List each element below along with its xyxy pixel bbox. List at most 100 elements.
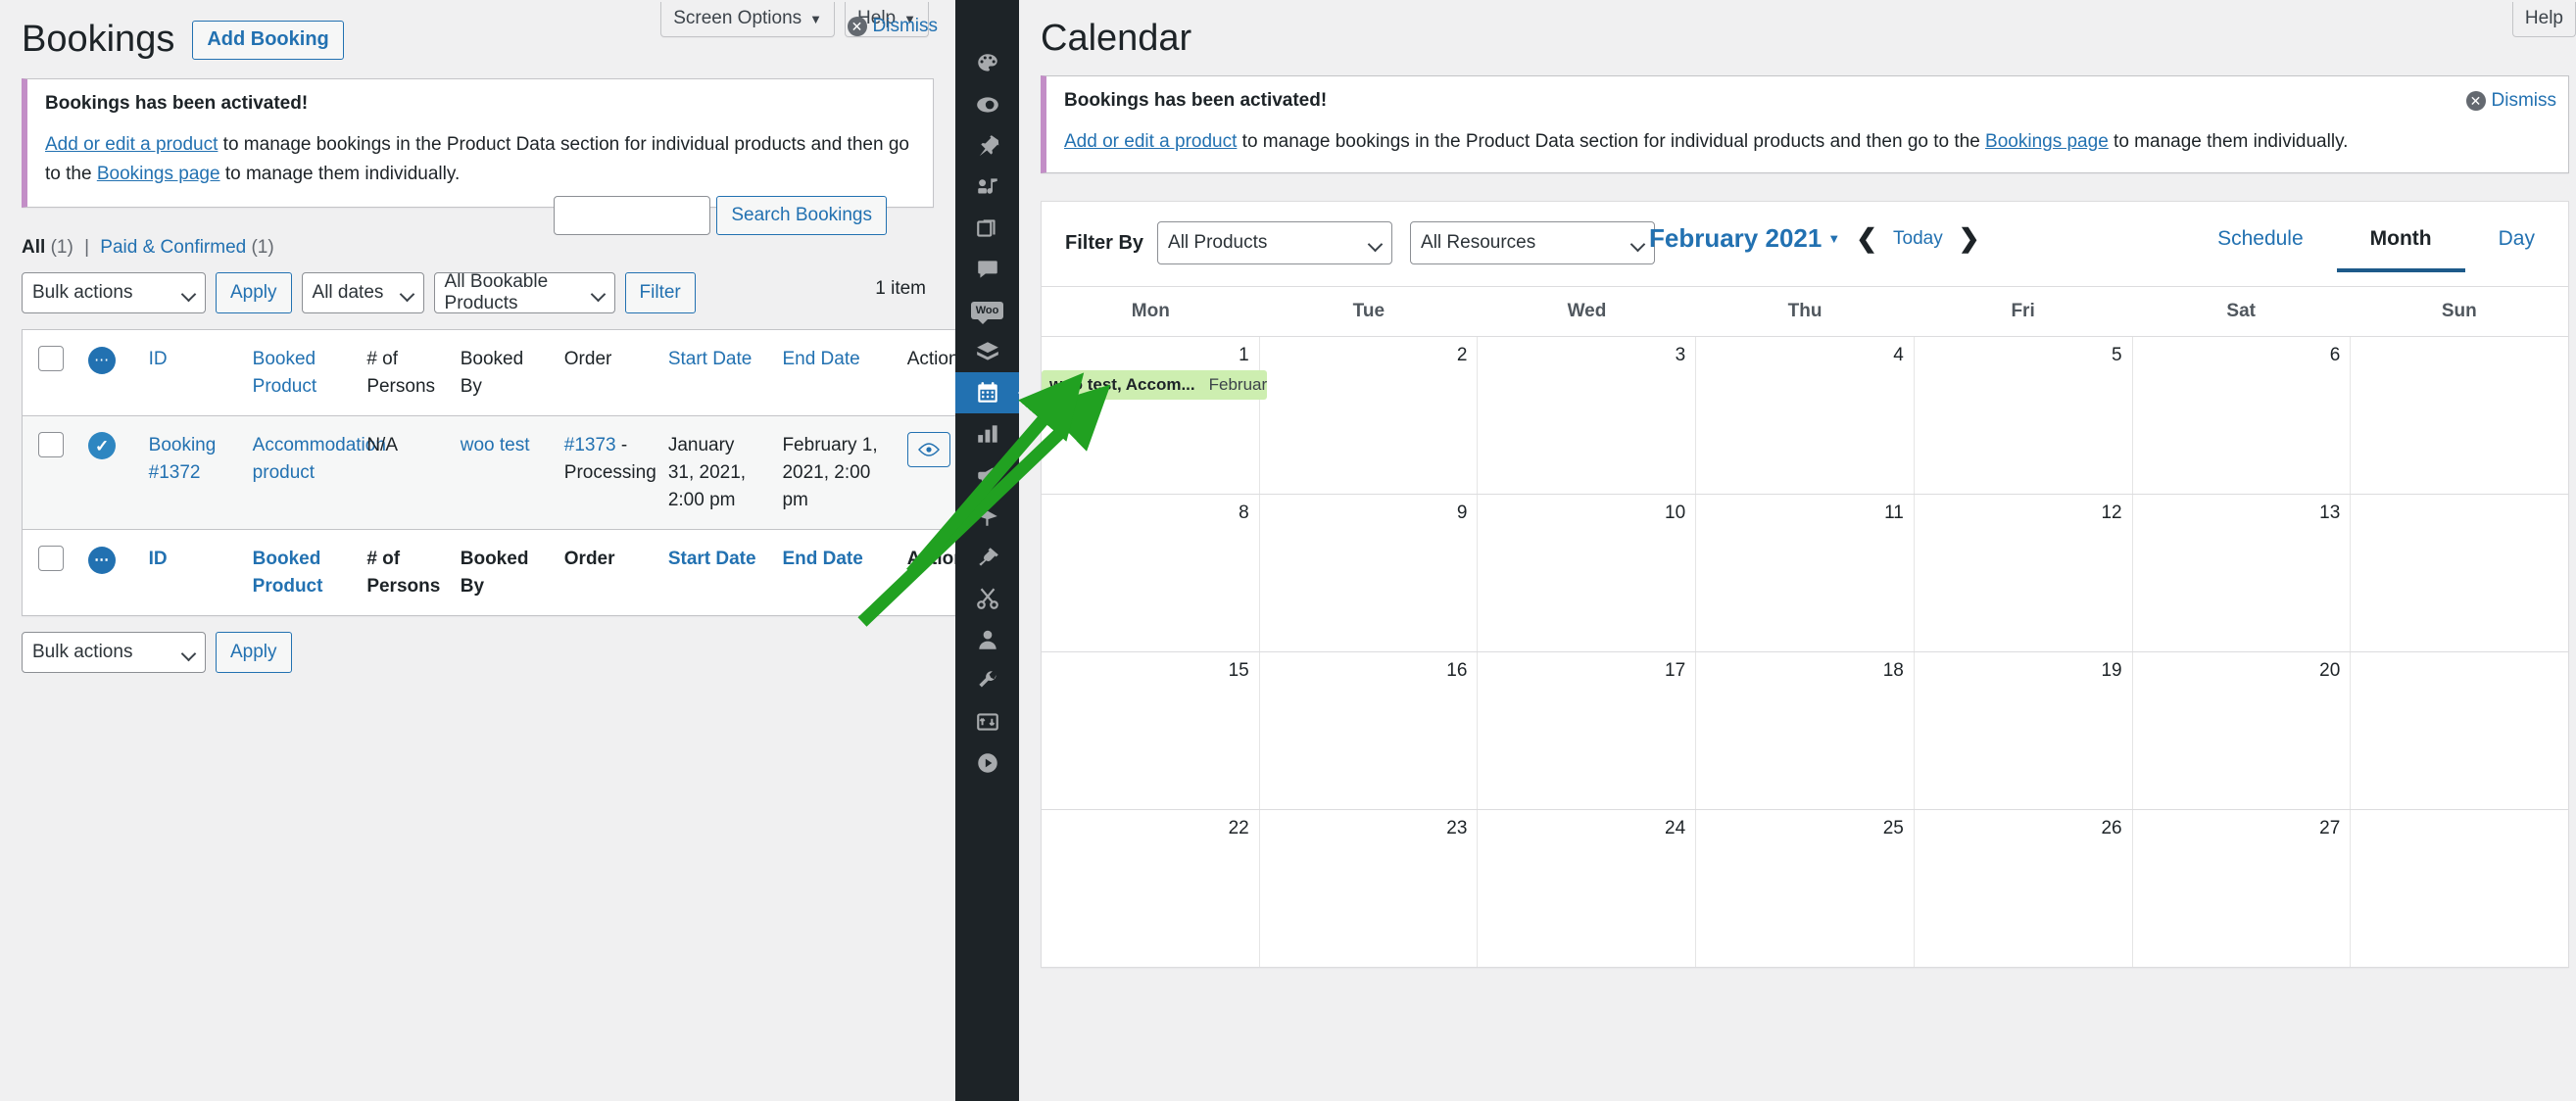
calendar-day-cell[interactable]: 23 — [1260, 810, 1479, 968]
calendar-day-cell[interactable]: 13 — [2133, 495, 2352, 652]
calendar-day-cell[interactable] — [2351, 810, 2568, 967]
calendar-day-cell[interactable]: 6 — [2133, 337, 2352, 495]
row-checkbox[interactable] — [38, 432, 64, 458]
calendar-day-cell[interactable]: 19 — [1915, 652, 2133, 810]
filter-button[interactable]: Filter — [624, 272, 696, 314]
calendar-toolbar: Filter By All Products All Resources Feb… — [1042, 202, 2568, 286]
calendar-day-cell[interactable]: 16 — [1260, 652, 1479, 810]
apply-button-bottom[interactable]: Apply — [216, 632, 292, 674]
prev-month-button[interactable]: ❮ — [1856, 223, 1877, 254]
sidebar-item-collapse-menu[interactable] — [955, 742, 1019, 784]
sidebar-item-tools-cut[interactable] — [955, 578, 1019, 619]
calendar-day-cell[interactable]: 2 — [1260, 337, 1479, 495]
calendar-day-cell[interactable]: 3 — [1478, 337, 1697, 495]
calendar-day-cell[interactable]: 8 — [1042, 495, 1260, 652]
footer-start-date-link[interactable]: Start Date — [668, 549, 756, 569]
sidebar-item-pages[interactable] — [955, 208, 1019, 249]
calendar-day-cell[interactable]: 27 — [2133, 810, 2352, 968]
header-booked-product-link[interactable]: Booked Product — [253, 349, 316, 397]
sidebar-item-tools[interactable] — [955, 660, 1019, 701]
footer-booked-product-link[interactable]: Booked Product — [253, 549, 323, 597]
apply-button-top[interactable]: Apply — [216, 272, 292, 314]
all-products-select[interactable]: All Products — [1157, 221, 1393, 265]
calendar-day-cell[interactable]: 17 — [1478, 652, 1697, 810]
calendar-day-cell[interactable] — [2351, 652, 2568, 809]
calendar-day-cell[interactable]: 10 — [1478, 495, 1697, 652]
sidebar-item-plugins[interactable] — [955, 537, 1019, 578]
select-all-checkbox[interactable] — [38, 346, 64, 372]
calendar-dismiss-button[interactable]: ✕ Dismiss — [2465, 90, 2556, 112]
sidebar-item-appearance[interactable] — [955, 43, 1019, 84]
sidebar-item-marketing[interactable] — [955, 455, 1019, 496]
calendar-week-4: 22 23 24 25 26 27 — [1042, 809, 2568, 968]
calendar-day-cell[interactable]: 4 — [1696, 337, 1915, 495]
sidebar-item-analytics[interactable] — [955, 413, 1019, 455]
sidebar-item-users[interactable] — [955, 619, 1019, 660]
booking-id-link[interactable]: Booking #1372 — [149, 435, 217, 483]
bulk-actions-select-bottom[interactable]: Bulk actions — [22, 632, 206, 674]
calendar-event[interactable]: woo test, Accom... February 1 — [1042, 370, 1267, 401]
help-button-right[interactable]: Help — [2511, 2, 2576, 37]
add-booking-button[interactable]: Add Booking — [192, 20, 344, 60]
calendar-add-product-link[interactable]: Add or edit a product — [1064, 131, 1237, 152]
dismiss-notice-button[interactable]: ✕ Dismiss — [847, 16, 938, 37]
calendar-day-cell[interactable]: 22 — [1042, 810, 1260, 968]
select-all-footer — [23, 529, 77, 615]
all-resources-select[interactable]: All Resources — [1410, 221, 1656, 265]
all-bookable-products-select[interactable]: All Bookable Products — [433, 271, 615, 314]
tab-schedule[interactable]: Schedule — [2184, 217, 2337, 272]
calendar-bookings-page-link[interactable]: Bookings page — [1985, 131, 2109, 152]
search-input[interactable] — [554, 196, 711, 235]
calendar-day-cell[interactable]: 24 — [1478, 810, 1697, 968]
sidebar-item-dashboard[interactable] — [955, 84, 1019, 125]
next-month-button[interactable]: ❯ — [1959, 223, 1980, 254]
header-start-date-link[interactable]: Start Date — [668, 349, 753, 369]
all-dates-select[interactable]: All dates — [301, 272, 424, 314]
today-button[interactable]: Today — [1893, 228, 1943, 250]
header-id-link[interactable]: ID — [149, 349, 168, 369]
calendar-icon — [977, 382, 997, 403]
calendar-day-cell[interactable]: 9 — [1260, 495, 1479, 652]
footer-id-link[interactable]: ID — [149, 549, 168, 569]
filter-paid-confirmed-link[interactable]: Paid & Confirmed — [100, 237, 246, 258]
order-link[interactable]: #1373 — [564, 435, 616, 455]
calendar-day-cell[interactable]: 12 — [1915, 495, 2133, 652]
sidebar-item-appearance-2[interactable] — [955, 496, 1019, 537]
screen-options-button[interactable]: Screen Options ▼ — [660, 2, 836, 37]
weekday-tue: Tue — [1352, 301, 1385, 322]
sidebar-item-media[interactable] — [955, 167, 1019, 208]
header-end-date-link[interactable]: End Date — [782, 349, 859, 369]
calendar-day-cell[interactable]: 18 — [1696, 652, 1915, 810]
sidebar-item-comments[interactable] — [955, 249, 1019, 290]
select-all-checkbox-footer[interactable] — [38, 546, 64, 572]
sidebar-item-posts[interactable] — [955, 125, 1019, 167]
booked-by-link[interactable]: woo test — [461, 435, 530, 455]
calendar-day-cell[interactable]: 11 — [1696, 495, 1915, 652]
calendar-day-cell[interactable]: 20 — [2133, 652, 2352, 810]
view-booking-button[interactable] — [906, 432, 950, 468]
calendar-day-cell[interactable]: 26 — [1915, 810, 2133, 968]
calendar-day-cell[interactable]: 25 — [1696, 810, 1915, 968]
sidebar-item-settings[interactable] — [955, 701, 1019, 742]
weekday-wed: Wed — [1567, 301, 1607, 322]
calendar-day-cell[interactable] — [2351, 337, 2568, 494]
current-month-button[interactable]: February 2021 ▼ — [1649, 223, 1840, 254]
calendar-day-cell[interactable] — [2351, 495, 2568, 651]
calendar-day-cell[interactable]: 5 — [1915, 337, 2133, 495]
sidebar-item-woocommerce[interactable]: Woo — [955, 290, 1019, 331]
filter-all-link[interactable]: All — [22, 237, 45, 258]
footer-end-date-link[interactable]: End Date — [782, 549, 862, 569]
tab-day[interactable]: Day — [2465, 217, 2568, 272]
bulk-actions-select[interactable]: Bulk actions — [22, 272, 206, 314]
calendar-day-cell[interactable]: 15 — [1042, 652, 1260, 810]
footer-num-persons: # of Persons — [355, 529, 449, 615]
day-number: 5 — [2112, 345, 2122, 366]
add-or-edit-product-link[interactable]: Add or edit a product — [45, 134, 218, 155]
sidebar-item-products[interactable] — [955, 331, 1019, 372]
search-bookings-button[interactable]: Search Bookings — [716, 196, 887, 235]
bookings-page-link[interactable]: Bookings page — [97, 164, 220, 184]
filter-separator: | — [84, 237, 90, 259]
tab-month[interactable]: Month — [2336, 217, 2465, 273]
sidebar-item-bookings[interactable] — [955, 372, 1027, 413]
calendar-day-cell[interactable]: 1 woo test, Accom... February 1 — [1042, 337, 1267, 495]
